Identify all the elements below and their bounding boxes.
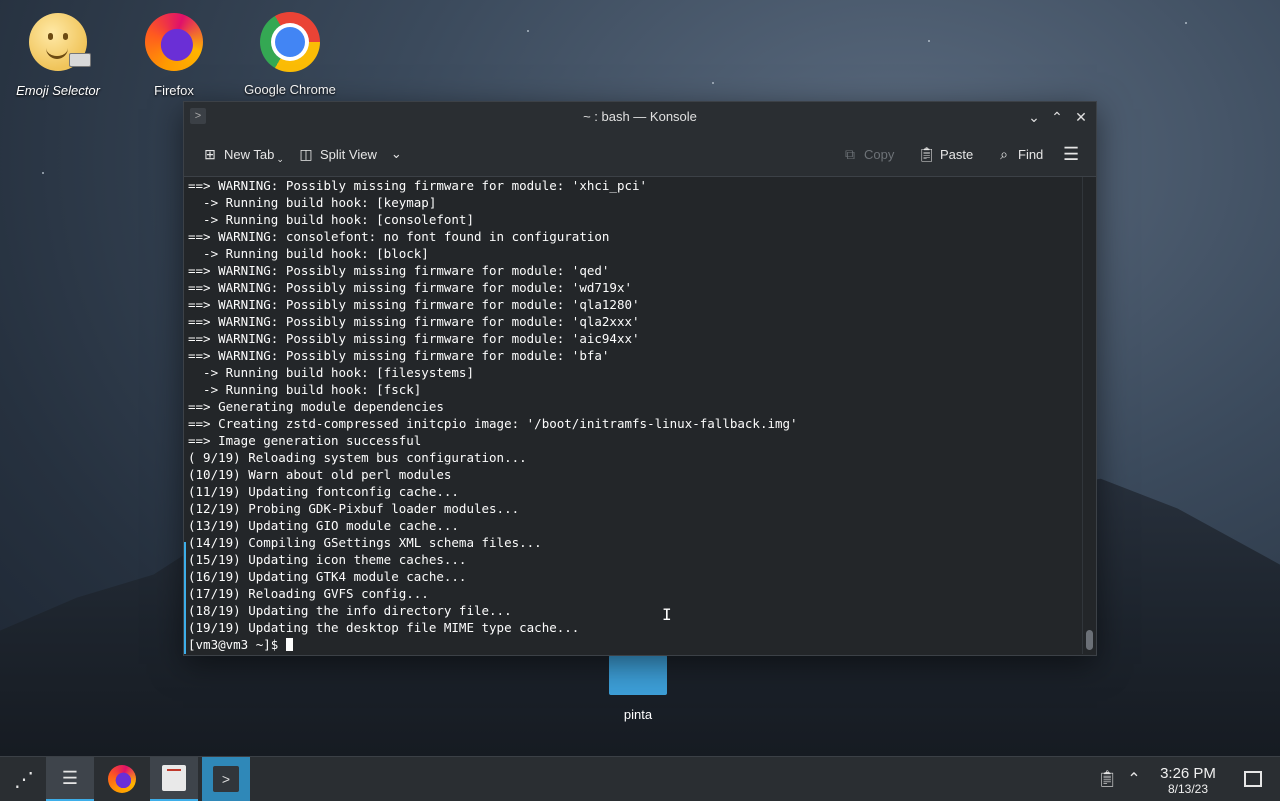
scrollbar-thumb[interactable]	[1086, 630, 1093, 650]
split-view-icon: ◫	[299, 146, 313, 162]
text-editor-icon	[162, 765, 186, 791]
chevron-down-icon: ⌄	[390, 146, 402, 161]
konsole-window[interactable]: > ~ : bash — Konsole ⌄ ⌃ ✕ ⊞ New Tab ⌄ ◫…	[183, 101, 1097, 656]
terminal-scrollbar[interactable]	[1082, 177, 1096, 654]
terminal-line: ==> WARNING: Possibly missing firmware f…	[188, 178, 648, 193]
close-icon[interactable]: ✕	[1072, 108, 1090, 126]
terminal-line: -> Running build hook: [keymap]	[203, 195, 437, 210]
chevron-up-icon[interactable]: ⌃	[1125, 769, 1143, 789]
paste-icon: 📋︎	[918, 146, 936, 162]
desktop-icon-firefox[interactable]: Firefox	[124, 10, 224, 98]
terminal-line: ( 9/19) Reloading system bus configurati…	[188, 450, 527, 465]
terminal-line: (16/19) Updating GTK4 module cache...	[188, 569, 467, 584]
find-button[interactable]: ⌕ Find	[996, 144, 1043, 164]
desktop-icon-pinta[interactable]: pinta	[588, 655, 688, 722]
taskbar-item-text-editor[interactable]	[150, 757, 198, 801]
new-tab-icon: ⊞	[204, 146, 216, 162]
terminal-line: (13/19) Updating GIO module cache...	[188, 518, 459, 533]
terminal-line: ==> WARNING: consolefont: no font found …	[188, 229, 610, 244]
desktop-icon-label: Google Chrome	[244, 82, 336, 97]
window-title: ~ : bash — Konsole	[583, 109, 697, 124]
window-titlebar[interactable]: > ~ : bash — Konsole ⌄ ⌃ ✕	[184, 102, 1096, 132]
desktop-icon-google-chrome[interactable]: Google Chrome	[240, 10, 340, 97]
chrome-icon	[258, 12, 322, 76]
show-desktop-icon[interactable]	[1244, 769, 1262, 787]
taskbar-item-konsole[interactable]: >	[202, 757, 250, 801]
terminal-line: -> Running build hook: [fsck]	[203, 382, 422, 397]
terminal-line: (19/19) Updating the desktop file MIME t…	[188, 620, 580, 635]
paste-label: Paste	[940, 146, 974, 162]
terminal-line: ==> Image generation successful	[188, 433, 422, 448]
folder-icon	[609, 655, 667, 695]
wallpaper-star	[1185, 22, 1187, 24]
app-launcher-icon: ⋰	[14, 768, 34, 791]
terminal-line: (17/19) Reloading GVFS config...	[188, 586, 429, 601]
copy-label: Copy	[864, 146, 895, 162]
hamburger-menu-button[interactable]: ☰	[1063, 144, 1079, 164]
terminal-line: (12/19) Probing GDK-Pixbuf loader module…	[188, 501, 520, 516]
terminal-line: (10/19) Warn about old perl modules	[188, 467, 452, 482]
split-view-button[interactable]: ◫ Split View ⌄	[298, 144, 402, 164]
terminal-cursor	[285, 638, 293, 651]
search-icon: ⌕	[1000, 146, 1008, 162]
find-label: Find	[1018, 146, 1044, 162]
text-cursor-icon: I	[662, 605, 672, 624]
paste-button[interactable]: 📋︎ Paste	[918, 144, 973, 164]
hamburger-menu-icon: ☰	[1063, 143, 1080, 164]
terminal-prompt: [vm3@vm3 ~]$	[188, 637, 286, 652]
clock-time: 3:26 PM	[1160, 765, 1216, 782]
chevron-down-icon: ⌄	[276, 153, 284, 164]
terminal-output[interactable]: ==> WARNING: Possibly missing firmware f…	[184, 177, 1082, 654]
clipboard-icon[interactable]: 📋︎	[1097, 769, 1117, 789]
clock-date: 8/13/23	[1167, 782, 1209, 796]
maximize-icon[interactable]: ⌃	[1048, 108, 1066, 126]
taskbar-item-system-settings[interactable]: ☰	[46, 757, 94, 801]
terminal-line: ==> Creating zstd-compressed initcpio im…	[188, 416, 798, 431]
terminal-line: -> Running build hook: [filesystems]	[203, 365, 474, 380]
copy-icon: ⧉	[845, 146, 855, 162]
terminal-line: -> Running build hook: [consolefont]	[203, 212, 474, 227]
desktop-icon-label: pinta	[623, 707, 653, 722]
terminal-icon: >	[213, 766, 239, 792]
taskbar-item-firefox[interactable]	[98, 757, 146, 801]
terminal-text: ==> WARNING: Possibly missing firmware f…	[184, 177, 1082, 653]
minimize-icon[interactable]: ⌄	[1025, 108, 1043, 126]
terminal-line: (11/19) Updating fontconfig cache...	[188, 484, 459, 499]
terminal-line: ==> WARNING: Possibly missing firmware f…	[188, 348, 610, 363]
terminal-line: ==> WARNING: Possibly missing firmware f…	[188, 263, 610, 278]
terminal-line: (15/19) Updating icon theme caches...	[188, 552, 467, 567]
terminal-line: -> Running build hook: [block]	[203, 246, 429, 261]
terminal-line: (14/19) Compiling GSettings XML schema f…	[188, 535, 542, 550]
firefox-icon	[142, 13, 206, 77]
terminal-line: ==> WARNING: Possibly missing firmware f…	[188, 280, 633, 295]
output-marker	[184, 542, 186, 654]
konsole-toolbar: ⊞ New Tab ⌄ ◫ Split View ⌄ ⧉ Copy 📋︎ Pas…	[184, 132, 1096, 177]
desktop-icon-emoji-selector[interactable]: Emoji Selector	[8, 10, 108, 98]
application-launcher-button[interactable]: ⋰	[0, 757, 48, 801]
terminal-line: ==> WARNING: Possibly missing firmware f…	[188, 331, 640, 346]
split-view-label: Split View	[320, 146, 377, 162]
terminal-line: ==> WARNING: Possibly missing firmware f…	[188, 297, 640, 312]
terminal-line: ==> Generating module dependencies	[188, 399, 444, 414]
settings-sliders-icon: ☰	[61, 767, 79, 788]
wallpaper-star	[42, 172, 44, 174]
terminal-line: ==> WARNING: Possibly missing firmware f…	[188, 314, 640, 329]
wallpaper-star	[712, 82, 714, 84]
emoji-selector-icon	[26, 13, 91, 77]
desktop-icon-label: Firefox	[154, 83, 194, 98]
wallpaper-star	[928, 40, 930, 42]
new-tab-button[interactable]: ⊞ New Tab ⌄	[202, 144, 284, 164]
taskbar: ⋰ ☰ > 📋︎ ⌃ 3:26 PM 8/13/23	[0, 756, 1280, 801]
desktop-icon-label: Emoji Selector	[16, 83, 100, 98]
copy-button[interactable]: ⧉ Copy	[842, 144, 894, 164]
terminal-line: (18/19) Updating the info directory file…	[188, 603, 512, 618]
digital-clock[interactable]: 3:26 PM 8/13/23	[1152, 765, 1224, 796]
firefox-icon	[108, 765, 136, 793]
new-tab-label: New Tab	[224, 146, 275, 162]
wallpaper-star	[527, 30, 529, 32]
